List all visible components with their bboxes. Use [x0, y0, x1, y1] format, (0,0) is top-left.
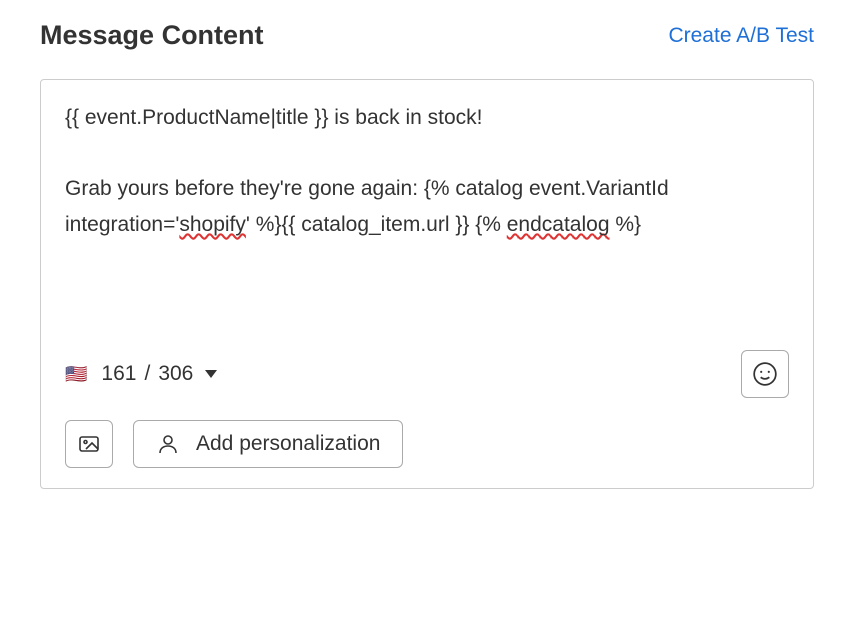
message-textarea[interactable]: {{ event.ProductName|title }} is back in…: [65, 100, 789, 320]
character-counter-row: 🇺🇸 161 / 306: [65, 350, 789, 398]
message-content-box: {{ event.ProductName|title }} is back in…: [40, 79, 814, 489]
person-icon: [156, 432, 180, 456]
image-icon: [77, 432, 101, 456]
smile-icon: [752, 361, 778, 387]
char-separator: /: [144, 362, 150, 386]
add-personalization-label: Add personalization: [196, 432, 380, 456]
us-flag-icon: 🇺🇸: [65, 364, 87, 385]
create-ab-test-link[interactable]: Create A/B Test: [668, 24, 814, 48]
message-line-2-end: %}: [610, 213, 642, 236]
insert-image-button[interactable]: [65, 420, 113, 468]
message-line-2-suffix: ' %}{{ catalog_item.url }} {%: [246, 213, 507, 236]
character-count-dropdown[interactable]: 161 / 306: [101, 362, 217, 386]
char-current: 161: [101, 362, 136, 386]
emoji-picker-button[interactable]: [741, 350, 789, 398]
message-line-1: {{ event.ProductName|title }} is back in…: [65, 106, 483, 129]
add-personalization-button[interactable]: Add personalization: [133, 420, 403, 468]
spellcheck-word-shopify: shopify: [179, 213, 246, 236]
bottom-toolbar: Add personalization: [65, 420, 789, 468]
chevron-down-icon: [205, 370, 217, 378]
spellcheck-word-endcatalog: endcatalog: [507, 213, 610, 236]
page-title: Message Content: [40, 20, 264, 51]
char-max: 306: [158, 362, 193, 386]
